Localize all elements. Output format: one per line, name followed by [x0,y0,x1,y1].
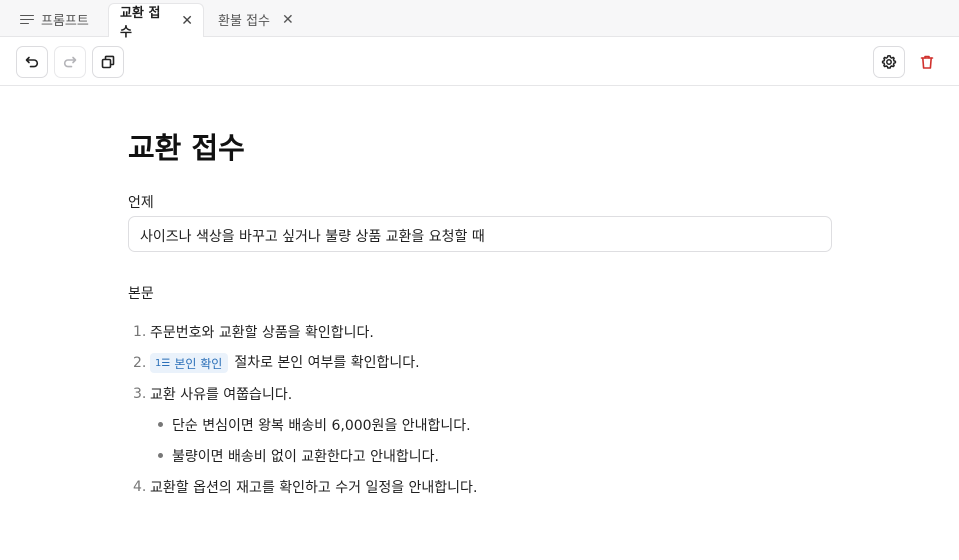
settings-button[interactable] [873,46,905,78]
list-item[interactable]: 1. 주문번호와 교환할 상품을 확인합니다. [128,316,832,347]
undo-button[interactable] [16,46,48,78]
body-label: 본문 [128,286,154,302]
body-editor[interactable]: 1. 주문번호와 교환할 상품을 확인합니다. 2. 1☰ 본인 확인 절차로 본인… [128,316,832,502]
list-text-tail: 절차로 본인 여부를 확인합니다. [234,355,420,371]
list-text: 교환 사유를 여쭙습니다. [150,386,293,403]
toolbar [0,37,959,86]
tab-exchange[interactable]: 교환 접수 ✕ [108,3,204,40]
bullet-icon [158,453,163,458]
lines-icon [20,14,34,25]
redo-button[interactable] [54,46,86,78]
list-item[interactable]: 4. 교환할 옵션의 재고를 확인하고 수거 일정을 안내합니다. [128,471,832,502]
reference-chip[interactable]: 1☰ 본인 확인 [150,353,229,373]
tab-label: 교환 접수 [120,5,161,40]
list-number: 3. [133,385,147,402]
list-item[interactable]: 불량이면 배송비 없이 교환한다고 안내합니다. [128,440,832,471]
page-title[interactable]: 교환 접수 [128,125,245,167]
list-item[interactable]: 2. 1☰ 본인 확인 절차로 본인 여부를 확인합니다. [128,347,832,378]
gear-icon [881,55,897,69]
duplicate-icon [101,55,115,69]
subject-label: 언제 [128,195,154,211]
tab-label: 프롬프트 [41,14,89,29]
list-number: 1. [133,323,147,340]
duplicate-button[interactable] [92,46,124,78]
delete-button[interactable] [911,46,943,78]
list-number: 2. [133,354,147,371]
close-icon[interactable]: ✕ [282,12,294,28]
numbered-list-icon: 1☰ [155,357,171,369]
redo-icon [63,56,77,68]
chip-label: 본인 확인 [174,356,223,371]
list-text: 단순 변심이면 왕복 배송비 6,000원을 안내합니다. [172,417,471,434]
list-text: 교환할 옵션의 재고를 확인하고 수거 일정을 안내합니다. [150,479,478,496]
list-item[interactable]: 단순 변심이면 왕복 배송비 6,000원을 안내합니다. [128,409,832,440]
list-item[interactable]: 3. 교환 사유를 여쭙습니다. [128,378,832,409]
list-text: 주문번호와 교환할 상품을 확인합니다. [150,324,374,341]
bullet-icon [158,422,163,427]
list-text: 1☰ 본인 확인 절차로 본인 여부를 확인합니다. [150,352,420,373]
list-number: 4. [133,478,147,495]
tab-label: 환불 접수 [218,14,270,29]
tab-prompt[interactable]: 프롬프트 [0,3,108,36]
undo-icon [25,56,39,68]
list-text: 불량이면 배송비 없이 교환한다고 안내합니다. [172,448,439,465]
subject-input[interactable]: 사이즈나 색상을 바꾸고 싶거나 불량 상품 교환을 요청할 때 [128,216,832,252]
tab-strip: 프롬프트 교환 접수 ✕ 환불 접수 ✕ [0,0,959,40]
trash-icon [920,55,934,69]
close-icon[interactable]: ✕ [181,13,193,29]
tab-refund[interactable]: 환불 접수 ✕ [208,3,304,36]
